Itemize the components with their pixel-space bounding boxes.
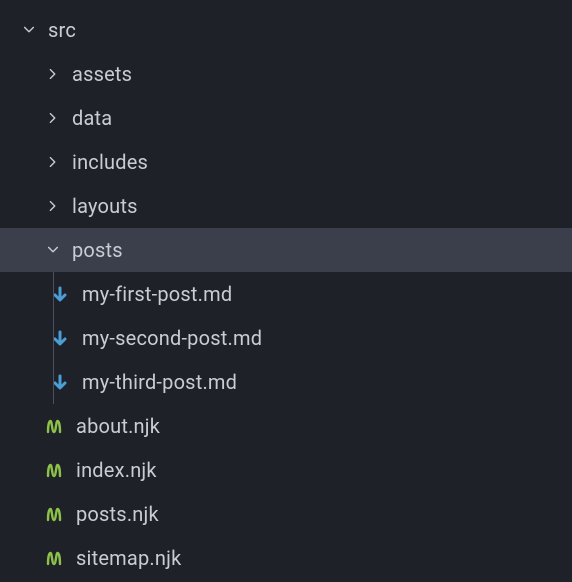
file-sitemap-njk[interactable]: sitemap.njk <box>0 536 572 580</box>
chevron-right-icon <box>44 65 62 83</box>
markdown-file-icon <box>50 284 70 304</box>
chevron-right-icon <box>44 109 62 127</box>
nunjucks-file-icon <box>44 504 64 524</box>
folder-label: layouts <box>72 184 138 228</box>
file-explorer-tree: src assets data includes layouts posts <box>0 0 572 580</box>
chevron-right-icon <box>44 153 62 171</box>
folder-label: assets <box>72 52 132 96</box>
file-label: my-third-post.md <box>82 360 237 404</box>
file-label: about.njk <box>76 404 160 448</box>
nunjucks-file-icon <box>44 460 64 480</box>
file-posts-njk[interactable]: posts.njk <box>0 492 572 536</box>
file-my-first-post[interactable]: my-first-post.md <box>0 272 572 316</box>
file-label: my-second-post.md <box>82 316 262 360</box>
file-my-third-post[interactable]: my-third-post.md <box>0 360 572 404</box>
file-label: index.njk <box>76 448 157 492</box>
folder-posts[interactable]: posts <box>0 228 572 272</box>
folder-label: includes <box>72 140 148 184</box>
file-my-second-post[interactable]: my-second-post.md <box>0 316 572 360</box>
folder-label: data <box>72 96 112 140</box>
folder-assets[interactable]: assets <box>0 52 572 96</box>
file-label: posts.njk <box>76 492 159 536</box>
chevron-down-icon <box>20 21 38 39</box>
folder-label: src <box>48 8 76 52</box>
posts-children: my-first-post.md my-second-post.md my-th… <box>0 272 572 404</box>
markdown-file-icon <box>50 328 70 348</box>
file-label: sitemap.njk <box>76 536 181 580</box>
markdown-file-icon <box>50 372 70 392</box>
nunjucks-file-icon <box>44 416 64 436</box>
chevron-down-icon <box>44 241 62 259</box>
chevron-right-icon <box>44 197 62 215</box>
nunjucks-file-icon <box>44 548 64 568</box>
file-label: my-first-post.md <box>82 272 232 316</box>
file-about-njk[interactable]: about.njk <box>0 404 572 448</box>
file-index-njk[interactable]: index.njk <box>0 448 572 492</box>
folder-data[interactable]: data <box>0 96 572 140</box>
folder-layouts[interactable]: layouts <box>0 184 572 228</box>
folder-includes[interactable]: includes <box>0 140 572 184</box>
folder-label: posts <box>72 228 123 272</box>
folder-src[interactable]: src <box>0 8 572 52</box>
